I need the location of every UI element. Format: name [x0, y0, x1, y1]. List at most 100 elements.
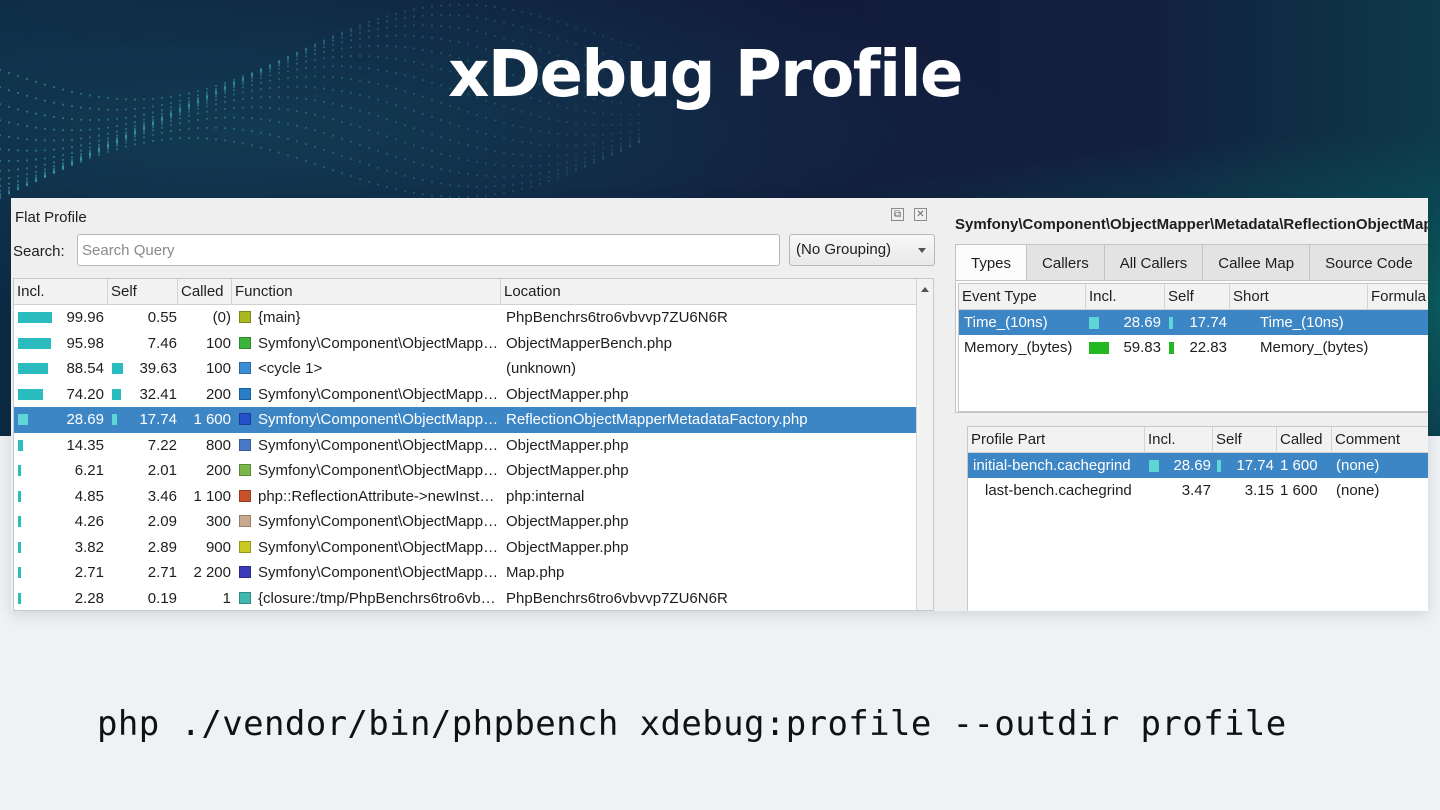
- decorative-dot: [16, 168, 20, 171]
- decorative-dot: [88, 149, 92, 152]
- decorative-dot: [43, 168, 47, 171]
- decorative-dot: [97, 134, 101, 137]
- decorative-dot: [439, 118, 443, 122]
- column-called[interactable]: Called: [178, 279, 232, 305]
- decorative-dot: [466, 127, 470, 130]
- chevron-down-icon: [918, 248, 926, 253]
- table-row[interactable]: 2.71 2.71 2 200 Symfony\Component\ObjectMap…: [14, 560, 917, 586]
- column-self[interactable]: Self: [1213, 427, 1277, 453]
- decorative-dot: [7, 192, 11, 195]
- self-value: 22.83: [1189, 339, 1227, 356]
- decorative-dot: [223, 127, 227, 130]
- decorative-dot: [88, 142, 92, 145]
- decorative-dot: [610, 139, 614, 143]
- self-value: 39.63: [139, 360, 177, 377]
- event-type-row[interactable]: Time_(10ns) 28.69 17.74 Time_(10ns): [959, 310, 1428, 335]
- decorative-dot: [538, 164, 542, 167]
- decorative-dot: [115, 117, 119, 120]
- decorative-dot: [340, 154, 344, 157]
- table-row[interactable]: 4.26 2.09 300 Symfony\Component\ObjectMappe…: [14, 509, 917, 535]
- function-color-swatch: [239, 311, 251, 323]
- decorative-dot: [610, 124, 614, 127]
- tab-callers[interactable]: Callers: [1026, 244, 1105, 280]
- decorative-dot: [268, 119, 272, 122]
- decorative-dot: [34, 170, 38, 173]
- decorative-dot: [52, 161, 56, 164]
- decorative-dot: [25, 138, 29, 141]
- decorative-dot: [367, 21, 371, 24]
- incl-value: 59.83: [1123, 339, 1161, 356]
- column-location[interactable]: Location: [501, 279, 917, 305]
- column-incl[interactable]: Incl.: [1145, 427, 1213, 453]
- decorative-dot: [592, 142, 596, 145]
- decorative-dot: [592, 134, 596, 137]
- decorative-dot: [232, 116, 236, 119]
- column-profile-part[interactable]: Profile Part: [968, 427, 1145, 453]
- column-formula[interactable]: Formula: [1368, 284, 1428, 310]
- decorative-dot: [565, 153, 569, 156]
- search-input[interactable]: [77, 234, 780, 266]
- called-value: (0): [212, 309, 231, 326]
- column-short[interactable]: Short: [1230, 284, 1368, 310]
- decorative-dot: [70, 151, 74, 154]
- decorative-dot: [142, 118, 146, 121]
- decorative-dot: [493, 135, 497, 138]
- decorative-dot: [52, 115, 56, 118]
- event-types-table: Event Type Incl. Self Short Formula Time…: [958, 283, 1428, 412]
- decorative-dot: [295, 157, 299, 160]
- table-row[interactable]: 28.69 17.74 1 600 Symfony\Component\ObjectM…: [14, 407, 917, 433]
- table-row[interactable]: 6.21 2.01 200 Symfony\Component\ObjectMappe…: [14, 458, 917, 484]
- profile-part-row[interactable]: initial-bench.cachegrind 28.69 17.74 1 600 (…: [968, 453, 1428, 478]
- table-row[interactable]: 95.98 7.46 100 Symfony\Component\ObjectMapp…: [14, 331, 917, 357]
- table-row[interactable]: 2.28 0.19 1 {closure:/tmp/PhpBenchrs6tro6vb…: [14, 586, 917, 611]
- decorative-dot: [331, 134, 335, 137]
- table-row[interactable]: 88.54 39.63 100 <cycle 1> (unknown): [14, 356, 917, 382]
- decorative-dot: [16, 159, 20, 162]
- decorative-dot: [448, 25, 452, 29]
- column-comment[interactable]: Comment: [1332, 427, 1428, 453]
- comment-value: (none): [1336, 482, 1380, 499]
- decorative-dot: [376, 166, 380, 169]
- selected-function-title: Symfony\Component\ObjectMapper\Metadata\…: [955, 216, 1428, 233]
- decorative-dot: [475, 185, 479, 188]
- decorative-dot: [358, 177, 362, 181]
- tab-all-callers[interactable]: All Callers: [1103, 244, 1204, 280]
- close-icon[interactable]: ✕: [914, 208, 927, 221]
- column-event-type[interactable]: Event Type: [959, 284, 1086, 310]
- column-self[interactable]: Self: [108, 279, 178, 305]
- tab-source-code[interactable]: Source Code: [1309, 244, 1428, 280]
- decorative-dot: [502, 151, 506, 154]
- table-row[interactable]: 99.96 0.55 (0) {main} PhpBenchrs6tro6vbvvp7Z…: [14, 305, 917, 331]
- event-type-row[interactable]: Memory_(bytes) 59.83 22.83 Memory_(bytes): [959, 335, 1428, 360]
- grouping-select[interactable]: (No Grouping): [789, 234, 935, 266]
- decorative-dot: [277, 135, 281, 138]
- column-function[interactable]: Function: [232, 279, 501, 305]
- function-name: {main}: [258, 309, 301, 326]
- profile-part-row[interactable]: last-bench.cachegrind 3.47 3.15 1 600 (none): [968, 478, 1428, 503]
- float-icon[interactable]: ⧉: [891, 208, 904, 221]
- scroll-up-icon[interactable]: [921, 287, 929, 292]
- tab-callee-map[interactable]: Callee Map: [1202, 244, 1311, 280]
- column-self[interactable]: Self: [1165, 284, 1230, 310]
- tab-types[interactable]: Types: [955, 244, 1028, 280]
- column-incl[interactable]: Incl.: [14, 279, 108, 305]
- decorative-dot: [565, 170, 569, 173]
- table-row[interactable]: 4.85 3.46 1 100 php::ReflectionAttribute->n…: [14, 484, 917, 510]
- column-called[interactable]: Called: [1277, 427, 1332, 453]
- decorative-dot: [520, 182, 524, 185]
- table-row[interactable]: 14.35 7.22 800 Symfony\Component\ObjectMapp…: [14, 433, 917, 459]
- decorative-dot: [412, 177, 416, 180]
- decorative-dot: [367, 129, 371, 132]
- decorative-dot: [313, 145, 317, 148]
- decorative-dot: [178, 113, 182, 116]
- decorative-dot: [70, 138, 74, 141]
- decorative-dot: [169, 137, 173, 140]
- table-row[interactable]: 74.20 32.41 200 Symfony\Component\ObjectMap…: [14, 382, 917, 408]
- table-row[interactable]: 3.82 2.89 900 Symfony\Component\ObjectMappe…: [14, 535, 917, 561]
- decorative-dot: [124, 123, 128, 126]
- called-value: 100: [205, 334, 231, 352]
- column-incl[interactable]: Incl.: [1086, 284, 1165, 310]
- vertical-scrollbar[interactable]: [916, 279, 933, 610]
- decorative-dot: [466, 15, 470, 18]
- decorative-dot: [70, 146, 74, 149]
